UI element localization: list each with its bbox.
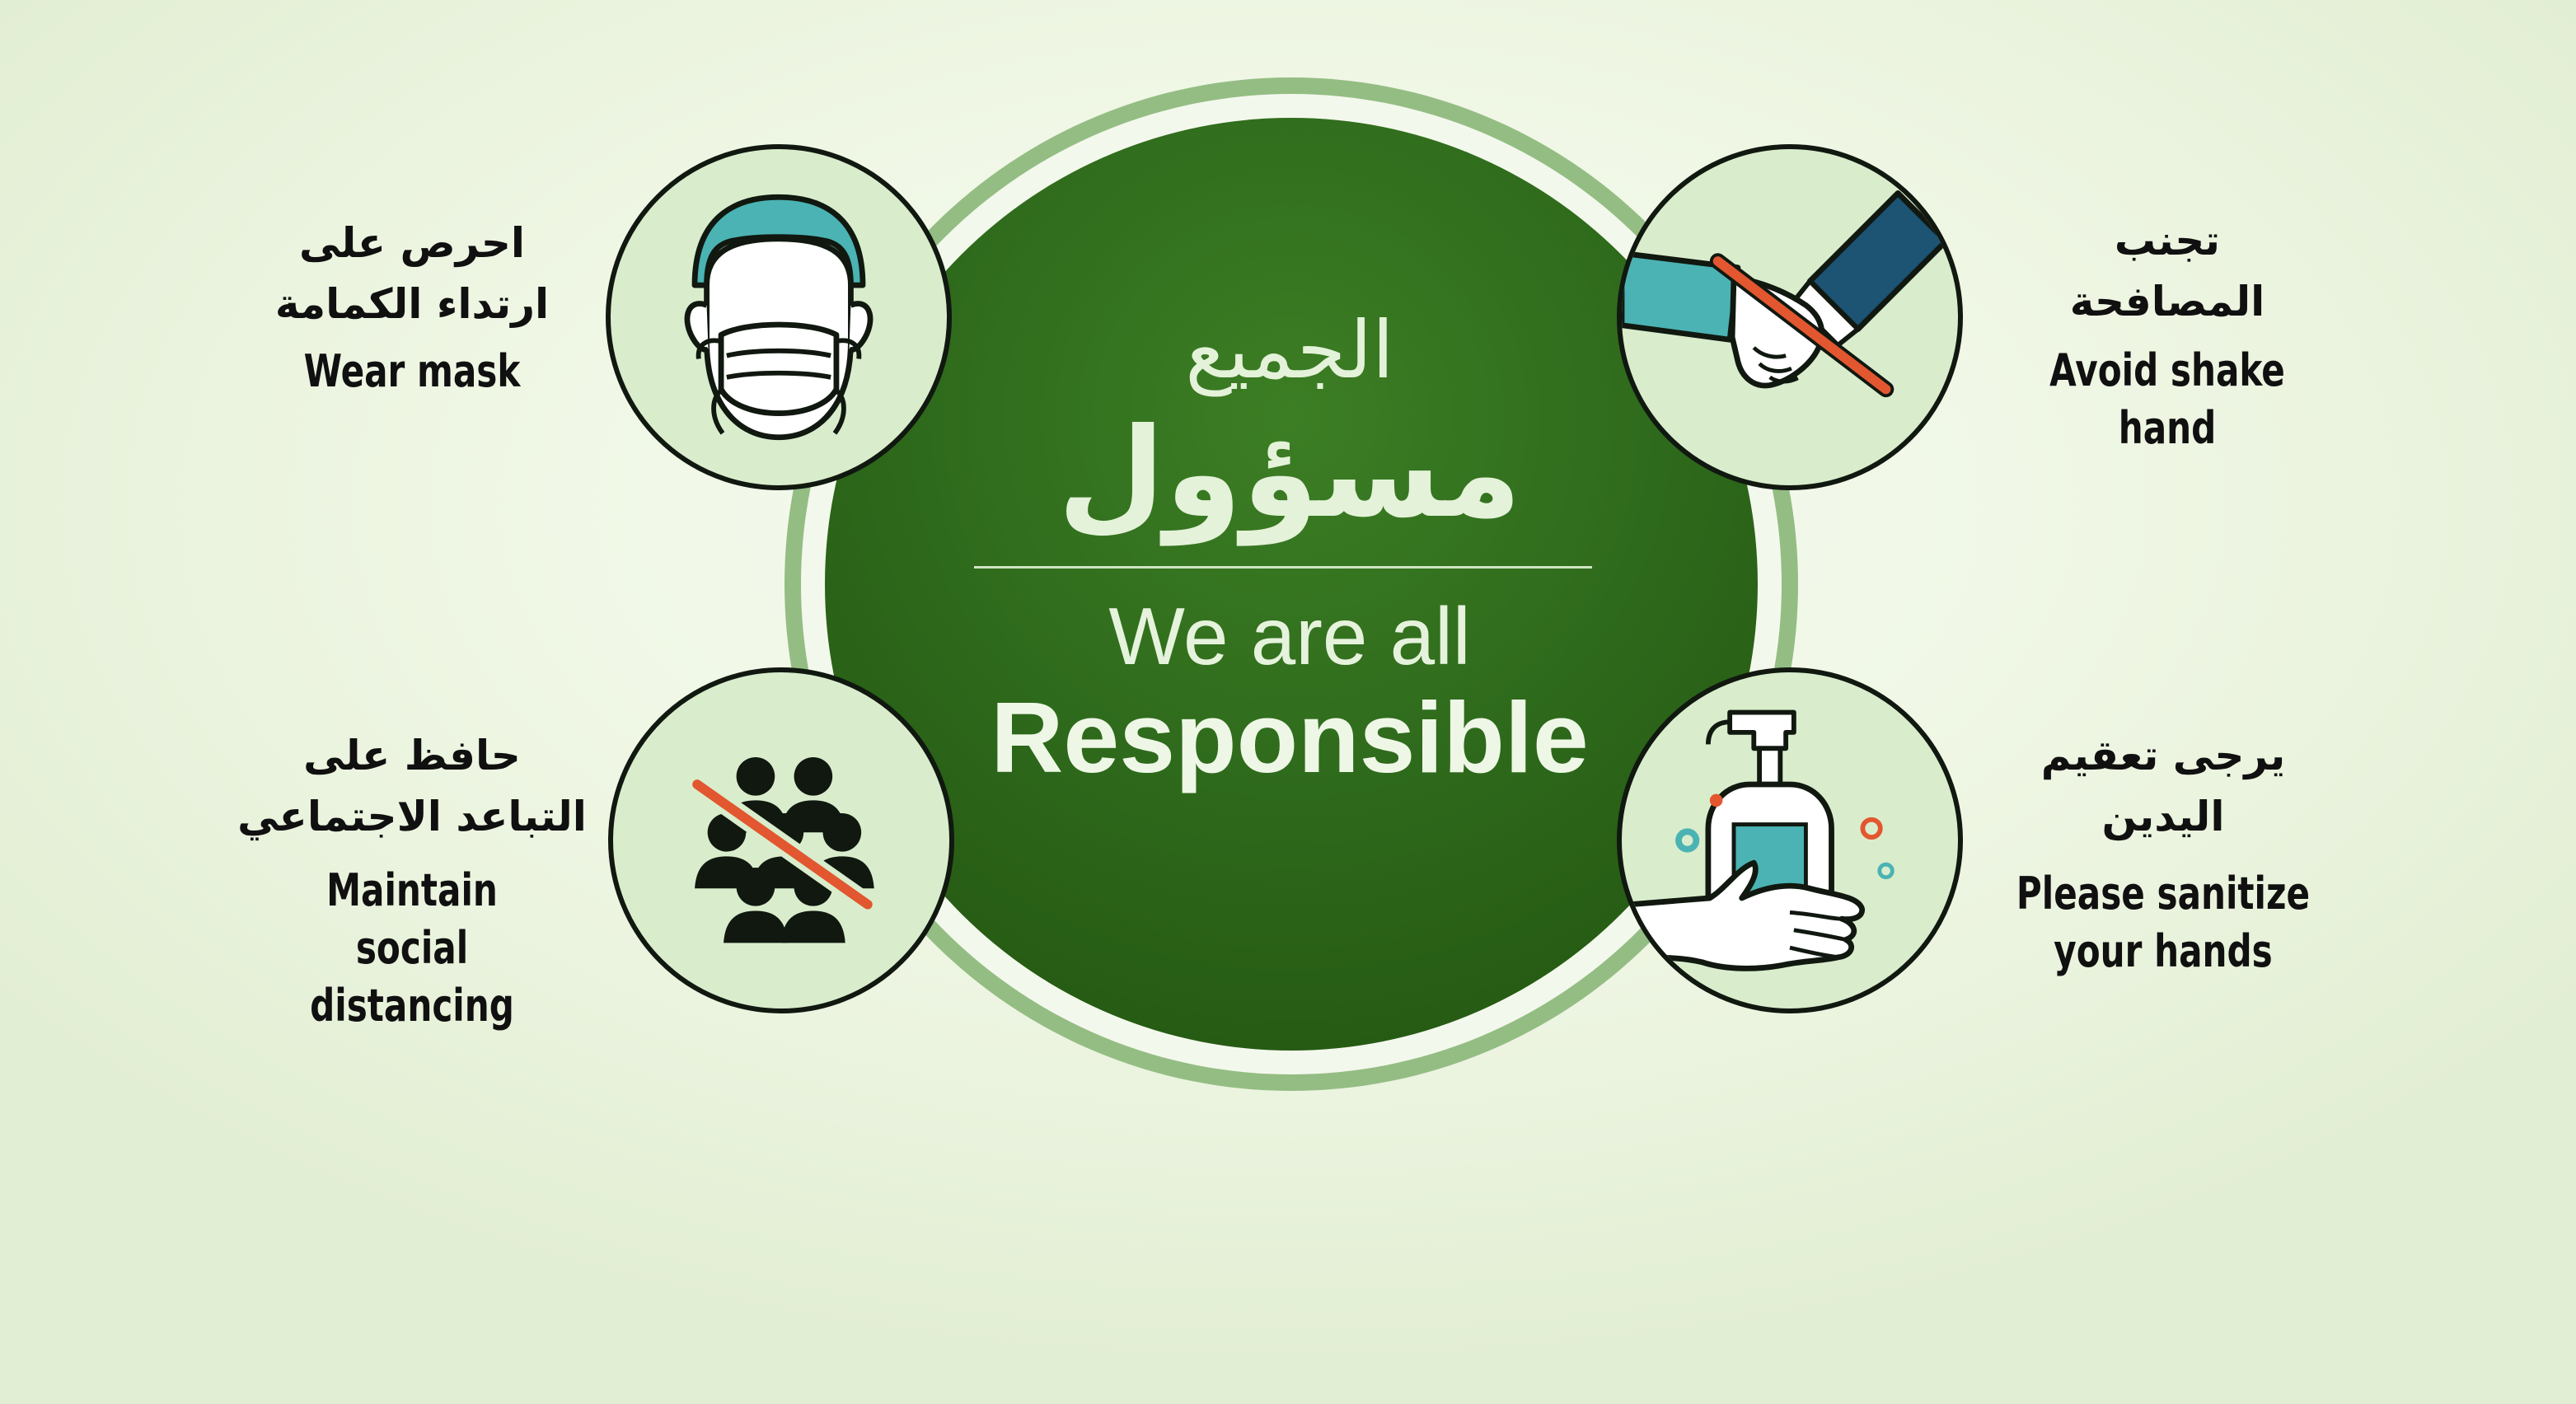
- tip-mask-arabic-line1: احرص على: [298, 219, 526, 267]
- tip-distancing-english-line1: Maintain: [326, 864, 498, 916]
- tip-distancing: حافظ على التباعد الاجتماعي Maintain soci…: [210, 725, 614, 1035]
- center-english-line1: We are all: [1108, 591, 1471, 681]
- tip-handshake-english: Avoid shake hand: [2049, 344, 2285, 454]
- tip-sanitize-arabic-line2: اليدين: [2101, 793, 2225, 840]
- tip-sanitize: يرجى تعقيم اليدين Please sanitize your h…: [1965, 725, 2361, 980]
- center-divider: [974, 566, 1592, 569]
- tip-mask: احرص على ارتداء الكمامة Wear mask: [214, 213, 610, 400]
- center-disc: [825, 118, 1758, 1051]
- hand-sanitizer-icon: [1617, 667, 1963, 1013]
- no-handshake-icon: [1617, 144, 1963, 490]
- tip-handshake-arabic-line2: المصافحة: [2069, 278, 2265, 325]
- center-arabic-line2: مسؤول: [1057, 402, 1522, 545]
- tip-sanitize-english-line1: Please sanitize: [2016, 868, 2311, 920]
- tip-mask-arabic-line2: ارتداء الكمامة: [274, 280, 550, 328]
- tip-handshake: تجنب المصافحة Avoid shake hand: [1969, 210, 2365, 457]
- tip-distancing-arabic-line2: التباعد الاجتماعي: [237, 793, 587, 840]
- no-crowd-icon: [608, 667, 954, 1013]
- center-arabic-line1: الجميع: [1185, 304, 1394, 396]
- tip-distancing-english-line2: social distancing: [310, 922, 514, 1032]
- tip-sanitize-english-line2: your hands: [2054, 925, 2273, 977]
- face-mask-icon: [606, 144, 952, 490]
- tip-distancing-arabic-line1: حافظ على: [303, 732, 521, 779]
- tip-mask-english: Wear mask: [303, 345, 521, 397]
- tip-sanitize-arabic-line1: يرجى تعقيم: [2040, 732, 2286, 779]
- tip-handshake-arabic-line1: تجنب: [2114, 217, 2221, 264]
- center-english-line2: Responsible: [991, 681, 1589, 793]
